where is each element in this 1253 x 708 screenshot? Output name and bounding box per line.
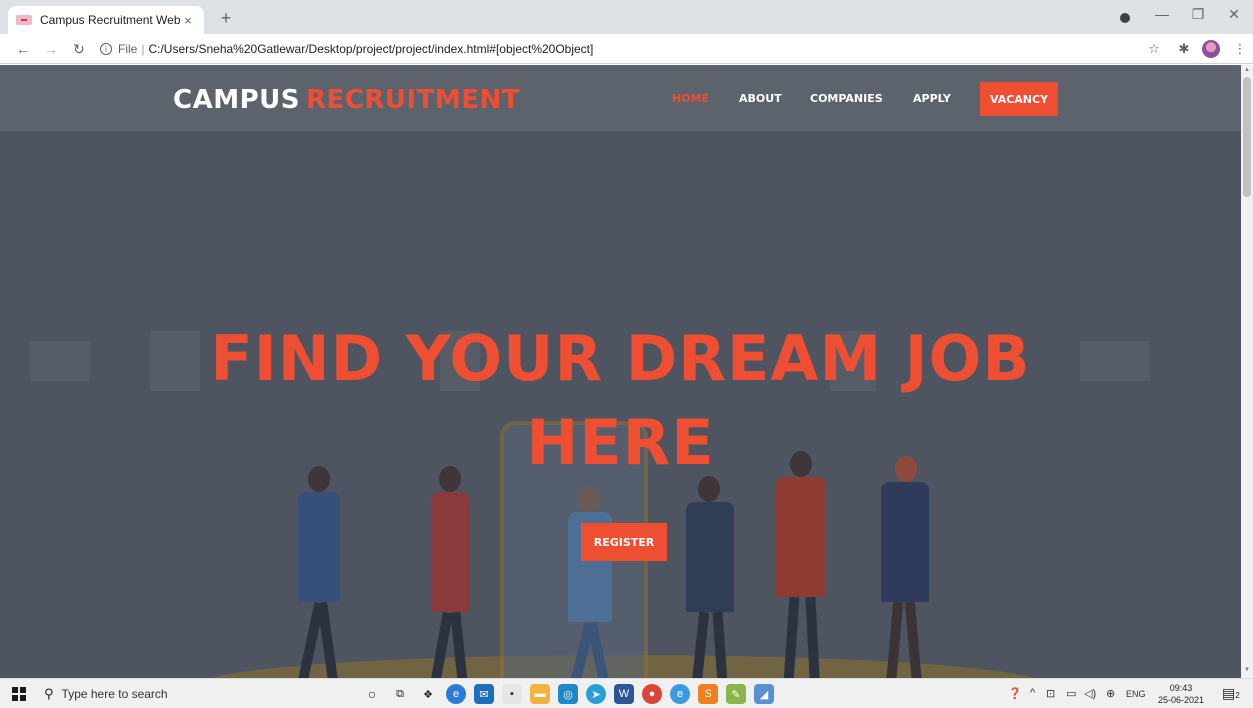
- app-icon[interactable]: ◢: [754, 684, 774, 704]
- store-icon[interactable]: ▪: [502, 684, 522, 704]
- windows-taskbar: ⚲ Type here to search ○ ⧉ ❖ e ✉ ▪ ▬ ◎ ➤ …: [0, 678, 1253, 708]
- chevron-up-icon[interactable]: ^: [1030, 687, 1035, 699]
- url-field[interactable]: i File | C:/Users/Sneha%20Gatlewar/Deskt…: [100, 40, 593, 58]
- scroll-up-icon[interactable]: ▲: [1244, 67, 1250, 73]
- back-arrow-icon[interactable]: ←: [14, 41, 32, 57]
- cortana-icon[interactable]: ○: [362, 684, 382, 704]
- paint-icon[interactable]: ✎: [726, 684, 746, 704]
- notification-count: 2: [1235, 691, 1240, 700]
- nav-apply[interactable]: APPLY: [913, 92, 951, 105]
- tab-title: Campus Recruitment Website: [40, 13, 180, 27]
- notification-center-icon[interactable]: ▤2: [1222, 685, 1240, 702]
- hero-title-line-1: FIND YOUR DREAM JOB: [210, 322, 1031, 395]
- extensions-icon[interactable]: ✱: [1176, 41, 1192, 57]
- search-placeholder: Type here to search: [61, 687, 168, 701]
- hero-title-line-2: HERE: [526, 406, 715, 479]
- nav-home[interactable]: HOME: [672, 92, 709, 105]
- info-icon[interactable]: i: [100, 43, 112, 55]
- scroll-down-icon[interactable]: ▼: [1244, 667, 1250, 673]
- url-separator: |: [141, 42, 145, 56]
- search-icon: ⚲: [44, 686, 54, 701]
- language-indicator[interactable]: ENG: [1126, 689, 1146, 699]
- network-globe-icon[interactable]: ⊕: [1106, 687, 1115, 700]
- sublime-text-icon[interactable]: S: [698, 684, 718, 704]
- nav-companies[interactable]: COMPANIES: [810, 92, 883, 105]
- logo-accent: RECRUITMENT: [305, 85, 521, 115]
- profile-avatar[interactable]: [1202, 40, 1220, 58]
- windows-start-icon[interactable]: [12, 687, 26, 701]
- menu-icon[interactable]: ⋮: [1232, 41, 1248, 57]
- nav-about[interactable]: ABOUT: [739, 92, 782, 105]
- record-indicator-icon: [1120, 13, 1130, 23]
- page-scrollbar[interactable]: ▲ ▼: [1241, 65, 1253, 678]
- telegram-icon[interactable]: ➤: [586, 684, 606, 704]
- edge-icon[interactable]: e: [446, 684, 466, 704]
- scroll-thumb[interactable]: [1243, 77, 1251, 197]
- star-icon[interactable]: ☆: [1146, 41, 1162, 57]
- site-header: CAMPUS RECRUITMENT HOME ABOUT COMPANIES A…: [0, 65, 1241, 131]
- taskbar-search[interactable]: ⚲ Type here to search: [44, 683, 334, 705]
- hero-section: FIND YOUR DREAM JOB HERE REGISTER: [0, 131, 1241, 678]
- internet-explorer-icon[interactable]: e: [670, 684, 690, 704]
- logo-primary: CAMPUS: [173, 85, 300, 115]
- mail-icon[interactable]: ✉: [474, 684, 494, 704]
- dropbox-icon[interactable]: ❖: [418, 684, 438, 704]
- url-text[interactable]: C:/Users/Sneha%20Gatlewar/Desktop/projec…: [148, 42, 593, 56]
- clock-date: 25-06-2021: [1158, 695, 1205, 705]
- whatsapp-icon[interactable]: ◎: [558, 684, 578, 704]
- file-explorer-icon[interactable]: ▬: [530, 684, 550, 704]
- vacancy-button[interactable]: VACANCY: [980, 82, 1058, 116]
- page-viewport: CAMPUS RECRUITMENT HOME ABOUT COMPANIES A…: [0, 65, 1241, 678]
- forward-arrow-icon[interactable]: →: [42, 41, 60, 57]
- volume-icon[interactable]: ◁): [1084, 687, 1096, 700]
- battery-icon[interactable]: ▭: [1066, 687, 1076, 700]
- close-tab-icon[interactable]: ×: [180, 13, 196, 28]
- tray-app-icon[interactable]: ⊡: [1046, 687, 1055, 700]
- close-window-icon[interactable]: ✕: [1222, 6, 1246, 23]
- chrome-icon[interactable]: ●: [642, 684, 662, 704]
- reload-icon[interactable]: ↻: [70, 41, 88, 58]
- help-icon[interactable]: ❓: [1008, 687, 1022, 700]
- new-tab-button[interactable]: +: [216, 8, 236, 29]
- minimize-icon[interactable]: —: [1150, 6, 1174, 22]
- browser-tab-bar: ▬ Campus Recruitment Website × + — ❐ ✕: [0, 0, 1253, 34]
- register-button[interactable]: REGISTER: [581, 523, 667, 561]
- task-view-icon[interactable]: ⧉: [390, 684, 410, 704]
- clock-time: 09:43: [1169, 683, 1193, 693]
- site-logo[interactable]: CAMPUS RECRUITMENT: [173, 85, 520, 115]
- taskbar-clock[interactable]: 09:43 25-06-2021: [1158, 682, 1204, 706]
- address-bar: ← → ↻ i File | C:/Users/Sneha%20Gatlewar…: [0, 34, 1253, 64]
- url-scheme: File: [118, 42, 138, 56]
- favicon-icon: ▬: [16, 15, 32, 25]
- browser-tab[interactable]: ▬ Campus Recruitment Website ×: [8, 6, 204, 34]
- maximize-icon[interactable]: ❐: [1186, 6, 1210, 23]
- word-icon[interactable]: W: [614, 684, 634, 704]
